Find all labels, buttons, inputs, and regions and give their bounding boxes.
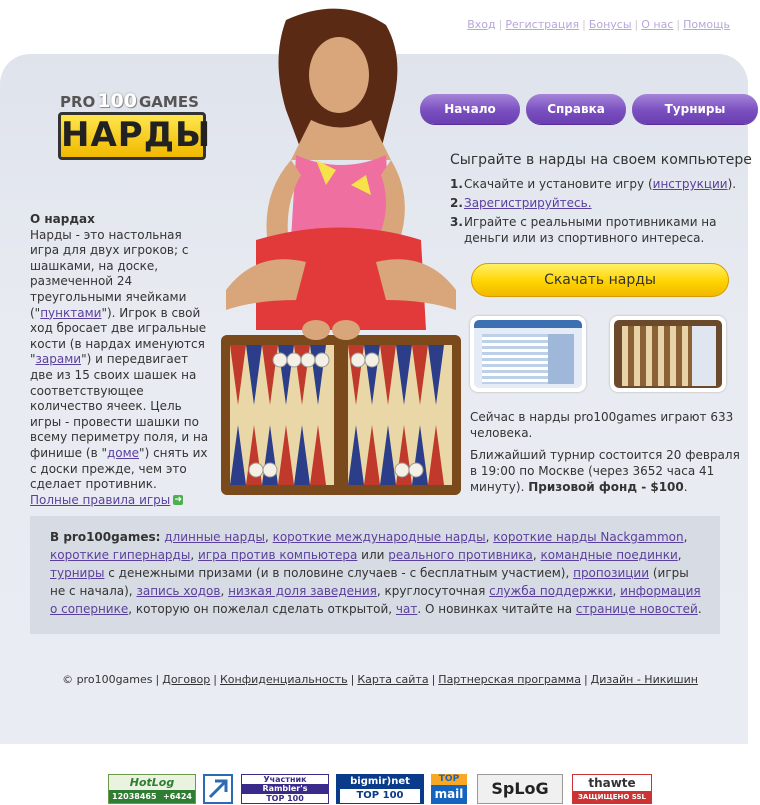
help-link[interactable]: Помощь — [683, 18, 730, 31]
page-headline: Сыграйте в нарды на своем компьютере — [450, 152, 752, 168]
about-nardy: О нардах Нарды - это настольная игра для… — [30, 212, 212, 508]
footer: © pro100games | Договор | Конфиденциальность… — [62, 673, 698, 686]
arrow-right-icon[interactable]: ➜ — [173, 495, 184, 506]
vs-computer-link[interactable]: игра против компьютера — [198, 548, 357, 562]
full-rules-link[interactable]: Полные правила игры — [30, 493, 170, 507]
players-online-text: Сейчас в нарды pro100games играют 633 че… — [470, 410, 734, 440]
download-button[interactable]: Скачать нарды — [471, 263, 729, 297]
bonuses-link[interactable]: Бонусы — [589, 18, 632, 31]
nav-help-button[interactable]: Справка — [526, 94, 626, 124]
home-link[interactable]: доме — [107, 446, 139, 460]
step-item: 1. Скачайте и установите игру (инструкции… — [450, 177, 737, 191]
step-item: 3. Играйте с реальными противниками на де… — [450, 215, 717, 245]
hypernardy-link[interactable]: короткие гипернарды — [50, 548, 190, 562]
about-us-link[interactable]: О нас — [641, 18, 673, 31]
move-recording-link[interactable]: запись ходов — [136, 584, 220, 598]
instructions-link[interactable]: инструкции — [653, 177, 728, 191]
top-links: Вход | Регистрация | Бонусы | О нас | Помощь — [467, 18, 730, 31]
prize-fund: Призовой фонд - $100 — [528, 480, 684, 494]
footer-agreement-link[interactable]: Договор — [162, 673, 210, 686]
install-steps: 1. Скачайте и установите игру (инструкции… — [450, 176, 740, 249]
logo-pro-text: PRO — [60, 93, 96, 111]
thawte-badge[interactable]: thawte ЗАЩИЩЕНО SSL — [572, 774, 652, 804]
online-info: Сейчас в нарды pro100games играют 633 че… — [470, 409, 740, 501]
diagonal-arrow-icon — [208, 779, 228, 799]
register-link[interactable]: Регистрация — [505, 18, 579, 31]
nav-home-button[interactable]: Начало — [420, 94, 520, 124]
copyright: © pro100games — [62, 673, 153, 686]
dice-link[interactable]: зарами — [36, 352, 82, 366]
propositions-link[interactable]: пропозиции — [573, 566, 649, 580]
screenshot-lobby[interactable] — [470, 316, 586, 392]
nackgammon-link[interactable]: короткие нарды Nackgammon — [493, 530, 683, 544]
splog-badge[interactable]: SpLoG — [477, 774, 563, 804]
logo-games-text: GAMES — [138, 93, 199, 111]
register-step-link[interactable]: Зарегистрируйтесь. — [464, 196, 592, 210]
real-opponent-link[interactable]: реального противника — [388, 548, 533, 562]
separator: | — [634, 18, 639, 31]
separator: | — [582, 18, 586, 31]
screenshot-game[interactable] — [610, 316, 726, 392]
long-nardy-link[interactable]: длинные нарды — [164, 530, 265, 544]
separator: | — [676, 18, 681, 31]
lobby-screen — [474, 320, 582, 388]
game-screen — [614, 320, 722, 388]
news-page-link[interactable]: странице новостей — [576, 602, 698, 616]
about-title: О нардах — [30, 212, 95, 226]
footer-privacy-link[interactable]: Конфиденциальность — [220, 673, 348, 686]
counter-badges: HotLog 12038465 +6424 Участник Rambler's … — [0, 774, 760, 805]
footer-partner-link[interactable]: Партнерская программа — [438, 673, 581, 686]
logo-wordmark[interactable]: PRO 100 GAMES — [60, 90, 199, 112]
support-link[interactable]: служба поддержки — [489, 584, 612, 598]
footer-sitemap-link[interactable]: Карта сайта — [357, 673, 428, 686]
logo-nardy[interactable]: НАРДЫ — [58, 112, 210, 160]
girl-backgammon-illustration — [221, 8, 461, 495]
bigmir-badge[interactable]: bigmir)net TOP 100 — [336, 774, 424, 804]
team-matches-link[interactable]: командные поединки — [541, 548, 678, 562]
logo-100-text: 100 — [97, 90, 137, 112]
rambler-top100-badge[interactable]: Участник Rambler's TOP 100 — [241, 774, 329, 804]
low-rake-link[interactable]: низкая доля заведения — [228, 584, 377, 598]
separator: | — [498, 18, 503, 31]
short-intl-link[interactable]: короткие международные нарды — [273, 530, 486, 544]
chat-link[interactable]: чат — [396, 602, 417, 616]
points-link[interactable]: пунктами — [40, 306, 101, 320]
step-item: 2. Зарегистрируйтесь. — [450, 196, 592, 210]
nav-tournaments-button[interactable]: Турниры — [632, 94, 758, 124]
tournament-text: Ближайший турнир состоится 20 февраля в … — [470, 448, 740, 494]
tournaments-link[interactable]: турниры — [50, 566, 104, 580]
hotlog-badge[interactable]: HotLog 12038465 +6424 — [108, 774, 196, 804]
footer-design-link[interactable]: Дизайн - Никишин — [591, 673, 698, 686]
topmail-badge[interactable]: TOP mail — [431, 774, 467, 804]
arrow-logo-badge[interactable] — [203, 774, 233, 804]
login-link[interactable]: Вход — [467, 18, 495, 31]
features-box: В pro100games: длинные нарды, короткие м… — [30, 516, 720, 634]
main-nav: Начало Справка Турниры — [420, 94, 758, 124]
